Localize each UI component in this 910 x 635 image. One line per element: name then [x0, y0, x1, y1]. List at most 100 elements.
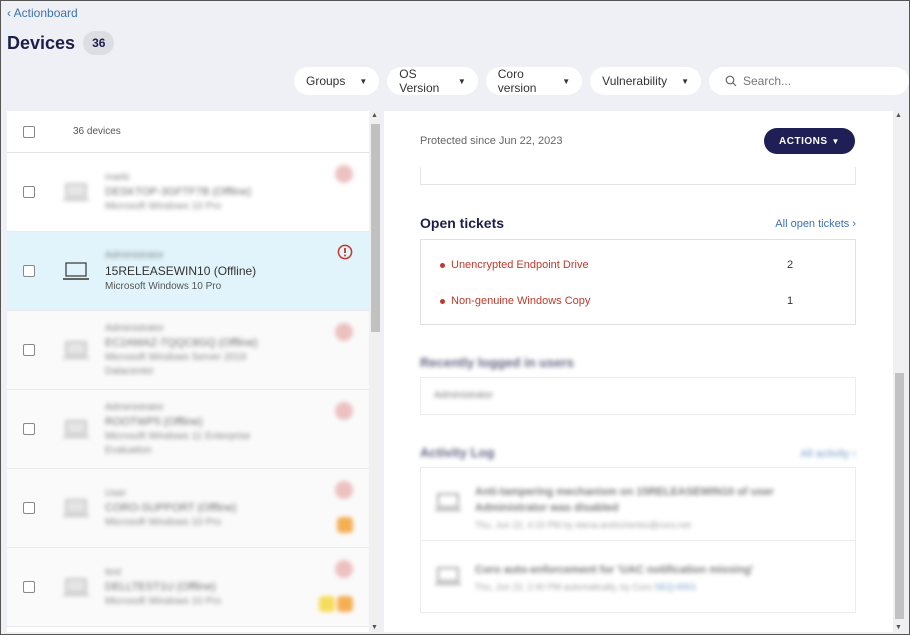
ticket-label: Unencrypted Endpoint Drive	[451, 259, 589, 271]
activity-ticket-link[interactable]: SEQ-0001	[654, 582, 696, 592]
device-row[interactable]: User CORO-SUPPORT (Offline) Microsoft Wi…	[7, 469, 369, 548]
caret-down-icon: ▼	[681, 76, 689, 86]
device-os-edition: Datacenter	[105, 366, 154, 377]
device-os: Microsoft Windows Server 2019	[105, 352, 247, 363]
status-indicator-icon	[335, 323, 353, 341]
device-user: User	[105, 488, 127, 499]
vulnerability-icon	[337, 517, 353, 533]
activity-item: Anti-tampering mechanism on 15RELEASEWIN…	[435, 484, 845, 530]
scroll-up-arrow-icon[interactable]: ▲	[371, 112, 378, 119]
laptop-icon	[63, 262, 89, 280]
ticket-item[interactable]: Unencrypted Endpoint Drive	[440, 259, 589, 271]
activity-log-title: Activity Log	[420, 445, 495, 460]
caret-down-icon: ▼	[457, 76, 466, 86]
search-input[interactable]	[743, 74, 893, 88]
activity-item: Coro auto-enforcement for 'UAC notificat…	[435, 562, 845, 592]
caret-down-icon: ▼	[831, 136, 840, 146]
device-list-panel: 36 devices marki DESKTOP-3GFTF7B (Offlin…	[7, 111, 382, 632]
groups-filter[interactable]: Groups ▼	[294, 67, 380, 95]
device-name: EC2AMAZ-TQQC8GQ (Offline)	[105, 337, 258, 349]
scroll-down-arrow-icon[interactable]: ▼	[895, 624, 902, 631]
device-name: DELLTEST1U (Offline)	[105, 581, 216, 593]
open-tickets-title: Open tickets	[420, 215, 505, 231]
vulnerability-filter-label: Vulnerability	[602, 74, 668, 88]
device-name: ROOTWP5 (Offline)	[105, 416, 203, 428]
os-version-filter[interactable]: OS Version ▼	[387, 67, 478, 95]
logged-users-title: Recently logged in users	[420, 355, 574, 370]
device-count-label: 36 devices	[73, 126, 121, 137]
vulnerability-indicators	[337, 517, 353, 533]
device-checkbox[interactable]	[23, 344, 35, 356]
device-os: Microsoft Windows 10 Pro	[105, 201, 222, 212]
scroll-down-arrow-icon[interactable]: ▼	[371, 624, 378, 631]
device-user: Administrator	[105, 250, 164, 261]
device-os: Microsoft Windows 10 Pro	[105, 281, 222, 292]
vulnerability-filter[interactable]: Vulnerability ▼	[590, 67, 701, 95]
all-open-tickets-link[interactable]: All open tickets ›	[775, 218, 856, 230]
device-user: Administrator	[105, 402, 164, 413]
device-list-header: 36 devices	[7, 111, 369, 153]
search-icon	[725, 75, 737, 87]
device-rows: marki DESKTOP-3GFTF7B (Offline) Microsof…	[7, 153, 382, 627]
ticket-count: 2	[787, 259, 794, 271]
device-name: DESKTOP-3GFTF7B (Offline)	[105, 186, 252, 198]
device-checkbox[interactable]	[23, 502, 35, 514]
device-row[interactable]: Administrator ROOTWP5 (Offline) Microsof…	[7, 390, 369, 469]
device-os-edition: Evaluation	[105, 445, 152, 456]
actions-button[interactable]: ACTIONS ▼	[764, 128, 855, 154]
device-info-card	[420, 167, 856, 185]
coro-version-filter[interactable]: Coro version ▼	[485, 67, 583, 95]
all-activity-link[interactable]: All activity ›	[800, 448, 856, 460]
device-checkbox[interactable]	[23, 186, 35, 198]
protected-since-label: Protected since Jun 22, 2023	[420, 135, 563, 147]
laptop-icon	[63, 420, 89, 438]
select-all-checkbox[interactable]	[23, 125, 35, 138]
logged-users-card: Administrator	[420, 377, 856, 415]
scrollbar-thumb[interactable]	[371, 124, 380, 332]
filter-bar: Groups ▼ OS Version ▼ Coro version ▼ Vul…	[294, 67, 909, 95]
page-title-text: Devices	[7, 32, 76, 53]
status-indicator-icon	[335, 560, 353, 578]
activity-title: Anti-tampering mechanism on 15RELEASEWIN…	[475, 486, 774, 514]
back-to-actionboard-link[interactable]: ‹ Actionboard	[7, 6, 78, 20]
device-user: marki	[105, 172, 130, 183]
device-count-badge: 36	[83, 31, 115, 55]
caret-down-icon: ▼	[359, 76, 368, 86]
device-row[interactable]: test DELLTEST1U (Offline) Microsoft Wind…	[7, 548, 369, 627]
detail-scrollbar[interactable]: ▲ ▼	[893, 111, 906, 632]
device-row[interactable]: Administrator EC2AMAZ-TQQC8GQ (Offline) …	[7, 311, 369, 390]
groups-filter-label: Groups	[306, 74, 346, 88]
vulnerability-icon	[337, 596, 353, 612]
laptop-icon	[63, 341, 89, 359]
device-os: Microsoft Windows 10 Pro	[105, 517, 222, 528]
os-version-filter-label: OS Version	[399, 67, 440, 95]
vulnerability-icon	[319, 596, 335, 612]
device-icon	[435, 493, 461, 511]
device-row[interactable]: Administrator 15RELEASEWIN10 (Offline) M…	[7, 232, 369, 311]
status-indicator-icon	[335, 165, 353, 183]
logged-user: Administrator	[434, 390, 493, 401]
scroll-up-arrow-icon[interactable]: ▲	[895, 112, 902, 119]
scrollbar-thumb[interactable]	[895, 373, 904, 619]
laptop-icon	[63, 578, 89, 596]
device-os: Microsoft Windows 11 Enterprise	[105, 431, 251, 442]
device-user: test	[105, 567, 122, 578]
activity-meta: Thu, Jun 22, 2:40 PM automatically, by C…	[475, 582, 753, 592]
status-indicator-icon	[335, 402, 353, 420]
device-row[interactable]: marki DESKTOP-3GFTF7B (Offline) Microsof…	[7, 153, 369, 232]
device-list-scrollbar[interactable]: ▲ ▼	[369, 111, 382, 632]
laptop-icon	[63, 183, 89, 201]
status-indicator-icon	[335, 481, 353, 499]
device-detail-panel: Protected since Jun 22, 2023 ACTIONS ▼ O…	[384, 111, 906, 632]
device-icon	[435, 567, 461, 585]
ticket-dot-icon	[440, 262, 445, 268]
ticket-dot-icon	[440, 298, 445, 304]
device-checkbox[interactable]	[23, 423, 35, 435]
activity-log-card: Anti-tampering mechanism on 15RELEASEWIN…	[420, 467, 856, 613]
device-os: Microsoft Windows 10 Pro	[105, 596, 222, 607]
ticket-item[interactable]: Non-genuine Windows Copy	[440, 295, 590, 307]
device-checkbox[interactable]	[23, 581, 35, 593]
alert-icon	[337, 244, 353, 260]
device-checkbox[interactable]	[23, 265, 35, 277]
page-title: Devices 36	[7, 31, 115, 55]
